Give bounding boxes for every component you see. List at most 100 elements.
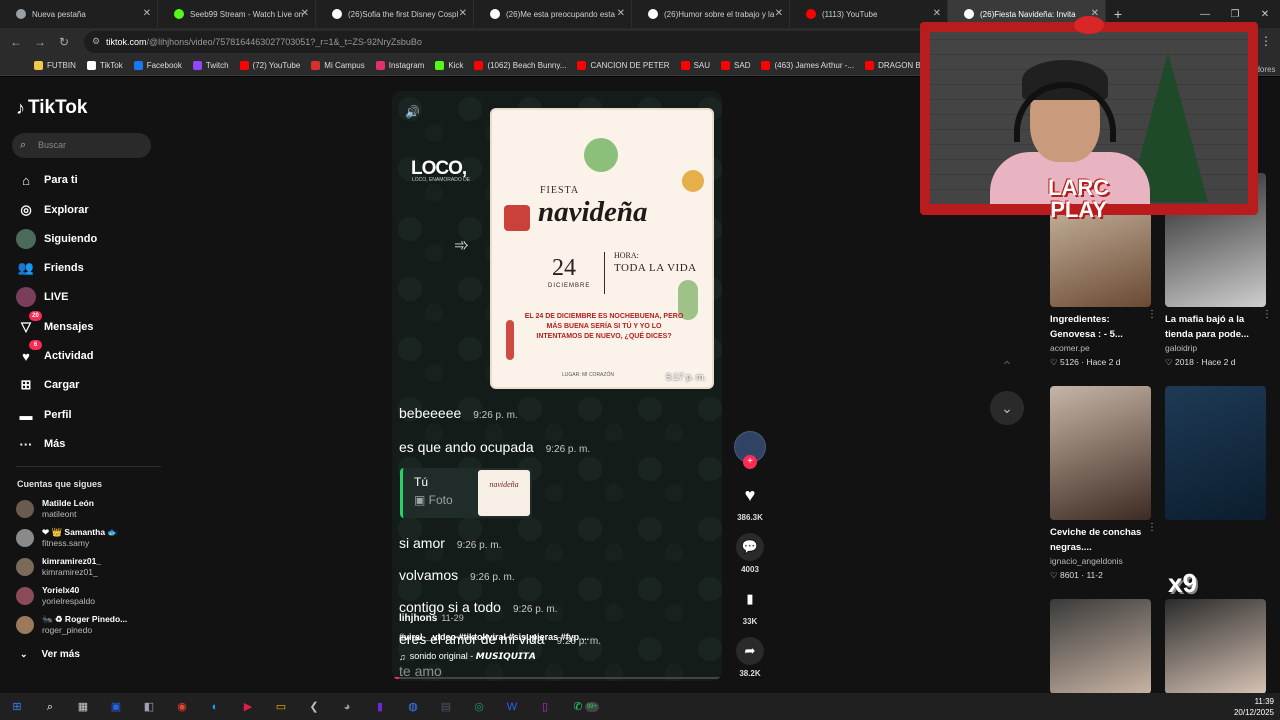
app-icon[interactable]: ◧ <box>138 698 160 716</box>
bookmark-button[interactable]: ▮ 33K <box>730 585 770 626</box>
close-tab-icon[interactable]: ✕ <box>459 8 467 19</box>
bookmark-icon: ▮ <box>746 591 754 606</box>
browser-tab[interactable]: Seeb99 Stream - Watch Live on ✕ <box>158 0 316 28</box>
browser-tab[interactable]: (26)Humor sobre el trabajo y la ✕ <box>632 0 790 28</box>
followed-account[interactable]: kimramirez01_ kimramirez01_ <box>16 554 101 580</box>
sidebar-item-perfil[interactable]: ▬ Perfil <box>16 404 72 426</box>
bookmark-item[interactable]: TikTok <box>86 61 123 70</box>
bookmark-favicon-icon <box>761 61 771 70</box>
compass-icon: ◎ <box>20 202 32 217</box>
followed-account[interactable]: 🐜 ♻ Roger Pinedo... roger_pinedo <box>16 612 127 638</box>
browser-tab[interactable]: (26)Sofia the first Disney Cospl ✕ <box>316 0 474 28</box>
bookmark-item[interactable]: Mi Campus <box>311 61 365 70</box>
bookmark-item[interactable]: SAU <box>680 61 710 70</box>
app5-icon[interactable]: ▮ <box>369 698 391 716</box>
task-view-icon[interactable]: ▦ <box>72 698 94 716</box>
maximize-icon[interactable]: ❐ <box>1220 9 1250 20</box>
bookmark-item[interactable]: FUTBIN <box>34 61 76 70</box>
video-author[interactable]: lihjhons 11-29 <box>399 613 699 624</box>
video-card[interactable] <box>1165 599 1266 694</box>
video-card[interactable]: Ceviche de conchas negras.... ignacio_ang… <box>1050 386 1157 581</box>
bookmark-item[interactable]: Instagram <box>375 61 424 70</box>
app8-icon[interactable]: ▯ <box>534 698 556 716</box>
sidebar-item-mensajes[interactable]: ▽ 20 Mensajes <box>16 311 94 338</box>
close-tab-icon[interactable]: ✕ <box>933 8 941 19</box>
chrome-icon[interactable]: ◉ <box>171 698 193 716</box>
followed-account[interactable]: Matilde León matileont <box>16 496 94 522</box>
heart-button[interactable]: ♥ 386.3K <box>730 481 770 522</box>
heart-icon: ♥ <box>744 485 756 505</box>
followed-account[interactable]: ❤ 👑 Samantha 🐟 fitness.samy <box>16 525 118 551</box>
system-clock[interactable]: 11:39 20/12/2025 <box>1234 696 1274 718</box>
next-video-button[interactable]: ⌄ <box>990 391 1024 425</box>
bookmark-item[interactable]: (463) James Arthur -... <box>761 61 854 70</box>
volume-icon[interactable]: 🔊 <box>405 105 420 119</box>
app3-icon[interactable]: ❮ <box>303 698 325 716</box>
app2-icon[interactable]: ▶ <box>237 698 259 716</box>
sidebar-item-cargar[interactable]: ⊞ Cargar <box>16 374 80 396</box>
edge-icon[interactable]: ◐ <box>204 698 226 716</box>
new-tab-icon[interactable]: + <box>1106 6 1130 22</box>
sidebar-item-para-ti[interactable]: ⌂ Para ti <box>16 169 78 191</box>
tiktok-logo[interactable]: ♪ TikTok <box>16 97 87 119</box>
sidebar-item-siguiendo[interactable]: ● Siguiendo <box>16 228 97 250</box>
video-player[interactable]: 🔊 LOCO, LOCO, ENAMORADO DE ➾ FIESTA navi… <box>392 91 722 681</box>
bookmark-item[interactable]: DRAGON B <box>865 61 921 70</box>
forward-icon[interactable]: → <box>28 35 52 49</box>
search-input[interactable]: ⌕ Buscar <box>12 133 151 158</box>
bookmark-item[interactable]: Facebook <box>133 61 182 70</box>
reload-icon[interactable]: ↻ <box>52 35 76 49</box>
video-card[interactable] <box>1050 599 1151 694</box>
close-tab-icon[interactable]: ✕ <box>617 8 625 19</box>
sidebar-item-actividad[interactable]: ♥ 6 Actividad <box>16 340 94 367</box>
close-window-icon[interactable]: ✕ <box>1250 9 1280 20</box>
bookmark-item[interactable]: (72) YouTube <box>239 61 300 70</box>
minimize-icon[interactable]: — <box>1190 9 1220 20</box>
windows-icon[interactable]: ⊞ <box>6 698 28 716</box>
close-tab-icon[interactable]: ✕ <box>775 8 783 19</box>
comment-button[interactable]: 💬 4003 <box>730 533 770 574</box>
sidebar-item-explorar[interactable]: ◎ Explorar <box>16 199 89 221</box>
video-card[interactable] <box>1165 386 1266 520</box>
more-options-icon[interactable]: ⋮ <box>1147 522 1157 533</box>
bookmark-item[interactable]: SAD <box>721 61 750 70</box>
browser-tab[interactable]: Nueva pestaña ✕ <box>0 0 158 28</box>
browser-tab[interactable]: (26)Me esta preocupando esta ✕ <box>474 0 632 28</box>
folder-icon[interactable]: ▭ <box>270 698 292 716</box>
calculator-icon[interactable]: ▤ <box>435 698 457 716</box>
follow-plus-icon[interactable]: + <box>743 455 757 469</box>
video-sound[interactable]: ♫ sonido original - 𝙈𝙐𝙎𝙄𝙌𝙐𝙄𝙏𝘼 <box>399 651 699 662</box>
share-button[interactable]: ➦ 38.2K <box>730 637 770 678</box>
sidebar-item-friends[interactable]: 👥 Friends <box>16 257 84 279</box>
previous-video-button[interactable]: ⌃ <box>990 349 1024 383</box>
see-more-button[interactable]: ⌄ Ver más <box>20 649 80 660</box>
bookmark-item[interactable]: Twitch <box>192 61 229 70</box>
bookmark-item[interactable]: (1062) Beach Bunny... <box>474 61 566 70</box>
whatsapp-icon[interactable]: ✆ 99+ <box>567 698 599 716</box>
sidebar-item-label: LIVE <box>44 291 69 303</box>
sidebar-item-m-s[interactable]: ··· Más <box>16 433 66 455</box>
more-options-icon[interactable]: ⋮ <box>1262 309 1272 320</box>
video-progress[interactable] <box>392 677 722 679</box>
tab-title: (26)Humor sobre el trabajo y la <box>664 9 775 19</box>
sidebar-item-live[interactable]: ● LIVE <box>16 286 68 308</box>
store-icon[interactable]: ▣ <box>105 698 127 716</box>
word-icon[interactable]: W <box>501 698 523 716</box>
followed-account[interactable]: Yorielx40 yorielrespaldo <box>16 583 95 609</box>
search-icon[interactable]: ⌕ <box>39 698 61 716</box>
close-tab-icon[interactable]: ✕ <box>301 8 309 19</box>
video-hashtags[interactable]: #viral__video #tiktokviral #sisupieras #… <box>399 632 699 642</box>
sidebar-item-label: Explorar <box>44 204 89 216</box>
app4-icon[interactable]: ◕ <box>336 698 358 716</box>
site-info-icon[interactable]: ⚙ <box>92 36 100 47</box>
browser-menu-icon[interactable]: ⋮ <box>1260 34 1272 48</box>
app7-icon[interactable]: ◎ <box>468 698 490 716</box>
back-icon[interactable]: ← <box>4 35 28 49</box>
account-text: Matilde León matileont <box>42 498 94 520</box>
bookmark-item[interactable]: Kick <box>435 61 463 70</box>
bookmark-item[interactable]: CANCION DE PETER <box>577 61 670 70</box>
close-tab-icon[interactable]: ✕ <box>143 8 151 19</box>
account-name: Yorielx40 <box>42 585 80 595</box>
more-options-icon[interactable]: ⋮ <box>1147 309 1157 320</box>
app6-icon[interactable]: ◍ <box>402 698 424 716</box>
